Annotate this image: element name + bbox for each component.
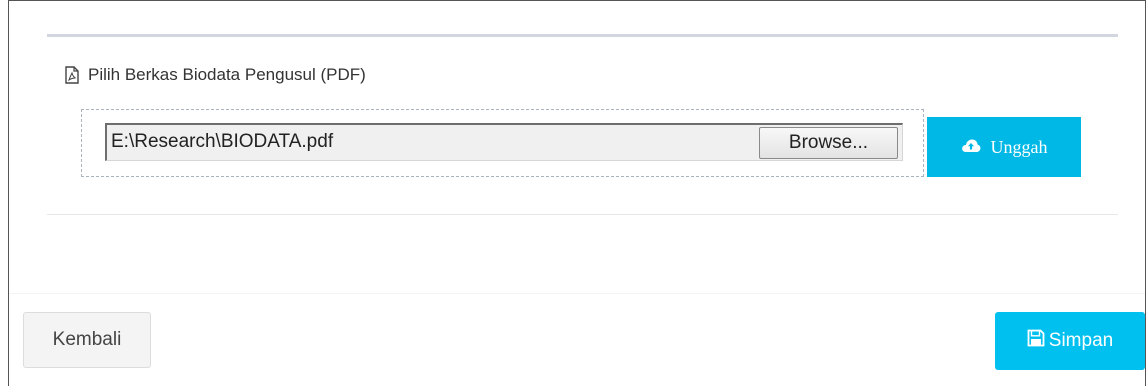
upload-panel: Pilih Berkas Biodata Pengusul (PDF) E:\R… bbox=[47, 34, 1118, 215]
file-pdf-icon bbox=[64, 66, 80, 84]
file-upload-group: E:\Research\BIODATA.pdf Browse... bbox=[81, 109, 924, 177]
back-button[interactable]: Kembali bbox=[23, 312, 151, 368]
modal-footer: Kembali Simpan bbox=[9, 293, 1145, 388]
modal-body: Pilih Berkas Biodata Pengusul (PDF) E:\R… bbox=[8, 0, 1146, 388]
cloud-upload-icon bbox=[961, 137, 981, 158]
upload-button[interactable]: Unggah bbox=[927, 117, 1081, 177]
floppy-disk-icon bbox=[1027, 329, 1045, 353]
save-button-label: Simpan bbox=[1048, 330, 1114, 351]
upload-button-label: Unggah bbox=[990, 136, 1048, 157]
file-input[interactable]: E:\Research\BIODATA.pdf Browse... bbox=[105, 123, 903, 161]
upload-panel-title-text: Pilih Berkas Biodata Pengusul (PDF) bbox=[88, 65, 366, 84]
file-path-value[interactable]: E:\Research\BIODATA.pdf bbox=[111, 131, 333, 153]
save-button[interactable]: Simpan bbox=[995, 312, 1145, 370]
upload-panel-title: Pilih Berkas Biodata Pengusul (PDF) bbox=[64, 65, 366, 85]
browse-button[interactable]: Browse... bbox=[759, 127, 898, 159]
